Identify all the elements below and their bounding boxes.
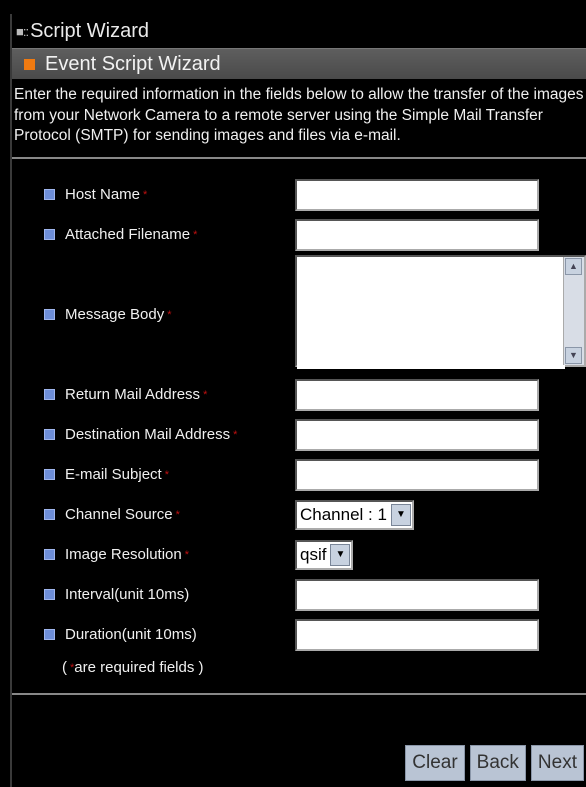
interval-label: Interval(unit 10ms) [65,586,190,603]
attached-filename-input[interactable] [295,218,539,251]
script-form: Host Name * Attached Filename * Message … [12,159,586,695]
form-row-interval: Interval(unit 10ms) [12,575,586,615]
message-body-textarea-frame: ▲ ▼ [295,254,586,369]
attached-filename-label-group: Attached Filename * [44,226,197,243]
image-resolution-value: qsif [300,544,327,564]
duration-label-group: Duration(unit 10ms) [44,626,197,643]
form-row-return-mail: Return Mail Address * [12,375,586,415]
note-text: are required fields ) [74,659,204,676]
window-title-bar: ■:: Script Wizard [12,14,586,48]
bullet-icon [44,509,55,520]
next-button[interactable]: Next [530,745,584,781]
bullet-icon [44,469,55,480]
required-marker: * [184,548,190,561]
form-row-host-name: Host Name * [12,175,586,215]
required-marker: * [203,388,208,401]
bullet-icon [44,389,55,400]
required-marker: * [143,188,148,201]
button-bar: Clear Back Next [405,745,584,781]
required-marker: * [167,308,172,321]
form-row-duration: Duration(unit 10ms) [12,615,586,655]
channel-source-label-group: Channel Source * [44,506,180,523]
message-body-scrollbar[interactable]: ▲ ▼ [563,256,584,365]
channel-source-value: Channel : 1 [300,504,387,524]
window-title: Script Wizard [30,19,149,42]
duration-label: Duration(unit 10ms) [65,626,197,643]
form-row-destination-mail: Destination Mail Address * [12,415,586,455]
form-row-attached-filename: Attached Filename * [12,215,586,255]
image-resolution-select[interactable]: qsif ▼ [295,539,354,570]
return-mail-input[interactable] [295,378,539,411]
message-body-label: Message Body [65,306,165,323]
message-body-label-group: Message Body * [44,306,172,323]
bullet-icon [44,549,55,560]
email-subject-label-group: E-mail Subject * [44,466,169,483]
scroll-up-arrow-icon[interactable]: ▲ [565,257,582,275]
scroll-down-arrow-icon[interactable]: ▼ [565,346,582,364]
required-fields-note: ( * are required fields ) [62,655,586,681]
bullet-icon [44,189,55,200]
required-marker: * [193,228,198,241]
panel-header: Event Script Wizard [12,48,586,79]
note-open-paren: ( [62,659,67,676]
footer-divider [12,692,586,695]
bullet-icon [44,589,55,600]
title-decoration-icon: ■:: [16,23,29,39]
bullet-icon [44,629,55,640]
image-resolution-label: Image Resolution [65,546,182,563]
image-resolution-label-group: Image Resolution * [44,546,189,563]
required-marker: * [175,508,180,521]
return-mail-label-group: Return Mail Address * [44,386,207,403]
panel-header-title: Event Script Wizard [45,52,221,75]
host-name-label-group: Host Name * [44,186,147,203]
email-subject-label: E-mail Subject [65,466,162,483]
form-row-channel-source: Channel Source * Channel : 1 ▼ [12,495,586,535]
wizard-window: ■:: Script Wizard Event Script Wizard En… [10,14,586,787]
bullet-icon [44,429,55,440]
destination-mail-label-group: Destination Mail Address * [44,426,237,443]
form-row-email-subject: E-mail Subject * [12,455,586,495]
channel-source-select[interactable]: Channel : 1 ▼ [295,499,414,530]
destination-mail-input[interactable] [295,418,539,451]
bullet-icon [44,229,55,240]
clear-button[interactable]: Clear [405,745,465,781]
destination-mail-label: Destination Mail Address [65,426,231,443]
email-subject-input[interactable] [295,458,539,491]
chevron-down-icon[interactable]: ▼ [330,543,351,566]
message-body-textarea[interactable] [297,256,565,369]
host-name-label: Host Name [65,186,141,203]
form-row-message-body: Message Body * ▲ ▼ [12,254,586,375]
panel-description: Enter the required information in the fi… [12,79,586,159]
attached-filename-label: Attached Filename [65,226,191,243]
back-button[interactable]: Back [469,745,526,781]
orange-square-icon [24,58,35,70]
chevron-down-icon[interactable]: ▼ [390,503,411,526]
return-mail-label: Return Mail Address [65,386,201,403]
form-row-image-resolution: Image Resolution * qsif ▼ [12,535,586,575]
interval-input[interactable] [295,578,539,611]
channel-source-label: Channel Source [65,506,173,523]
required-marker: * [164,468,169,481]
duration-input[interactable] [295,618,539,651]
bullet-icon [44,309,55,320]
host-name-input[interactable] [295,178,539,211]
interval-label-group: Interval(unit 10ms) [44,586,189,603]
required-marker: * [233,428,238,441]
